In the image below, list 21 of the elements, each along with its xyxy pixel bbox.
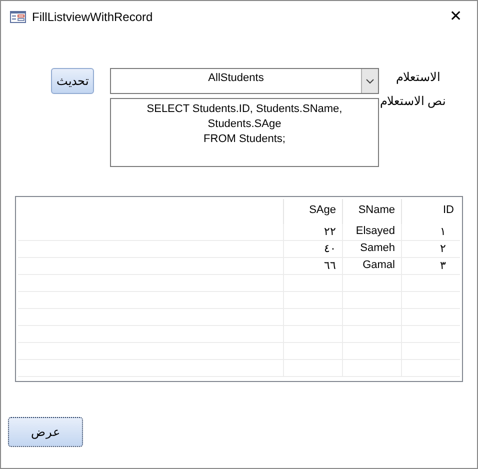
query-dropdown[interactable]: AllStudents bbox=[110, 68, 379, 94]
column-header[interactable]: ID bbox=[401, 199, 460, 224]
table-cell: ٢٢ bbox=[283, 224, 342, 240]
table-cell: Sameh bbox=[342, 241, 401, 257]
table-cell: ٤٠ bbox=[283, 241, 342, 257]
field-label: نص الاستعلام bbox=[380, 94, 446, 108]
window-title: FillListviewWithRecord bbox=[32, 10, 154, 24]
show-button[interactable]: عرض bbox=[8, 417, 83, 447]
column-header[interactable]: SName bbox=[342, 199, 401, 224]
form-icon bbox=[10, 10, 26, 22]
table-cell: ١ bbox=[401, 224, 460, 240]
table-cell: Gamal bbox=[342, 258, 401, 274]
column-header[interactable]: SAge bbox=[283, 199, 342, 224]
table-cell: ٣ bbox=[401, 258, 460, 274]
query-text-field[interactable]: SELECT Students.ID, Students.SName, Students.SAge FROM Students; bbox=[110, 98, 379, 167]
close-icon[interactable]: ✕ bbox=[449, 8, 463, 24]
table-cell: ٢ bbox=[401, 241, 460, 257]
field-label: الاستعلام bbox=[396, 70, 440, 84]
table-cell: Elsayed bbox=[342, 224, 401, 240]
refresh-button[interactable]: تحديث bbox=[51, 68, 94, 94]
table-cell: ٦٦ bbox=[283, 258, 342, 274]
